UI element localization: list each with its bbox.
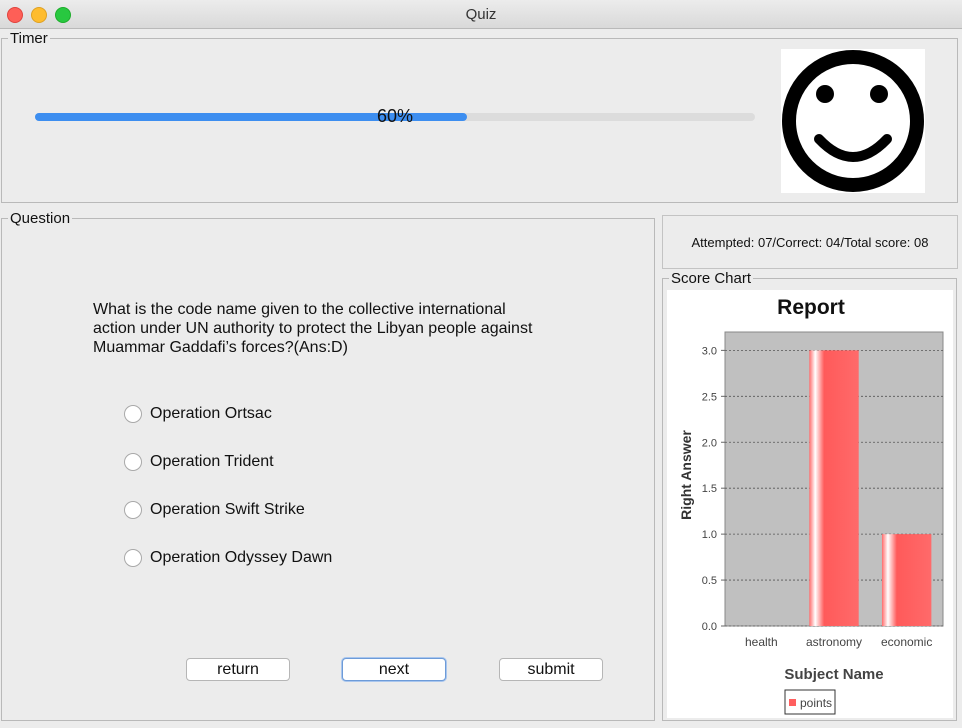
timer-progress-text: 60% bbox=[376, 106, 414, 126]
score-stats-panel: Attempted: 07/Correct: 04/Total score: 0… bbox=[662, 215, 958, 269]
option-a-label[interactable]: Operation Ortsac bbox=[150, 405, 272, 423]
question-legend: Question bbox=[10, 210, 71, 227]
quiz-window: Quiz Timer 60% Question What is the code… bbox=[0, 0, 962, 728]
legend-item-points: points bbox=[800, 696, 832, 710]
option-c-label[interactable]: Operation Swift Strike bbox=[150, 501, 305, 519]
question-text: What is the code name given to the colle… bbox=[93, 300, 583, 357]
chart-y-tick-label: 2.5 bbox=[702, 391, 717, 403]
chart-y-tick-label: 0.5 bbox=[702, 575, 717, 587]
timer-legend: Timer bbox=[10, 30, 48, 47]
chart-y-tick-label: 2.0 bbox=[702, 437, 717, 449]
option-c-radio[interactable] bbox=[124, 501, 142, 519]
score-stats-text: Attempted: 07/Correct: 04/Total score: 0… bbox=[691, 235, 929, 250]
chart-y-tick-label: 3.0 bbox=[702, 345, 717, 357]
chart-y-tick-label: 1.0 bbox=[702, 529, 717, 541]
legend-swatch bbox=[789, 699, 796, 706]
title-bar[interactable]: Quiz bbox=[0, 0, 962, 29]
next-button[interactable]: next bbox=[342, 658, 446, 681]
chart-x-axis-label: Subject Name bbox=[784, 666, 883, 683]
chart-title: Report bbox=[777, 296, 845, 319]
score-chart: Report 0.0 0.5 1.0 1.5 2.0 2.5 3.0 health astron… bbox=[667, 290, 953, 718]
option-b-radio[interactable] bbox=[124, 453, 142, 471]
question-line: What is the code name given to the colle… bbox=[93, 301, 506, 318]
chart-x-tick-label: health bbox=[745, 635, 778, 649]
smiley-face-icon bbox=[781, 49, 925, 193]
chart-y-tick-label: 0.0 bbox=[702, 621, 717, 633]
score-chart-legend: Score Chart bbox=[671, 270, 752, 287]
option-d-label[interactable]: Operation Odyssey Dawn bbox=[150, 549, 332, 567]
option-d-radio[interactable] bbox=[124, 549, 142, 567]
chart-y-axis-label: Right Answer bbox=[678, 430, 694, 520]
question-line: action under UN authority to protect the… bbox=[93, 320, 533, 337]
option-a-radio[interactable] bbox=[124, 405, 142, 423]
chart-x-tick-label: economic bbox=[881, 635, 932, 649]
window-title: Quiz bbox=[465, 6, 497, 23]
chart-bar-economic bbox=[881, 534, 932, 626]
score-bar-chart: Report 0.0 0.5 1.0 1.5 2.0 2.5 3.0 health astron… bbox=[678, 296, 944, 715]
chart-bar-astronomy bbox=[809, 350, 859, 626]
return-button[interactable]: return bbox=[186, 658, 290, 681]
question-panel: Question bbox=[1, 210, 655, 721]
chart-legend: points bbox=[784, 689, 836, 715]
chart-x-tick-label: astronomy bbox=[806, 635, 862, 649]
chart-y-tick-label: 1.5 bbox=[702, 483, 717, 495]
submit-button[interactable]: submit bbox=[499, 658, 603, 681]
option-b-label[interactable]: Operation Trident bbox=[150, 453, 274, 471]
question-line: Muammar Gaddafi’s forces?(Ans:D) bbox=[93, 339, 348, 356]
